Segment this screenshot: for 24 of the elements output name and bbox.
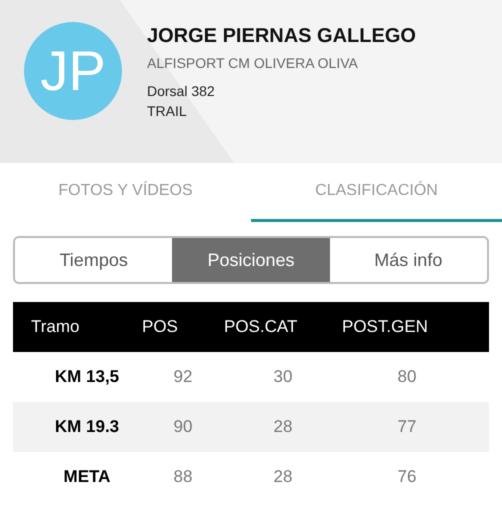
category: TRAIL [147,102,188,121]
table-cell-text: KM 19.3 [54,416,120,438]
table-cell-text: 77 [398,416,416,438]
segment-button[interactable]: Posiciones [172,238,330,282]
table-cell-text: 92 [174,366,192,388]
bib-number: Dorsal 382 [147,82,216,101]
column-header: POST.GEN [342,316,428,338]
table-cell-text: 88 [174,466,192,488]
table-cell-text: KM 13,5 [54,366,120,388]
table-cell-text: 80 [398,366,416,388]
table-cell-text: META [64,466,110,488]
tab[interactable]: FOTOS Y VÍDEOS [0,163,251,222]
table-cell-text: 28 [274,416,292,438]
table-cell-text: 30 [274,366,292,388]
athlete-name: JORGE PIERNAS GALLEGO [147,24,416,49]
column-header: Tramo [31,316,80,338]
tab[interactable]: CLASIFICACIÓN [251,163,502,222]
column-header: POS.CAT [224,316,298,338]
table-cell-text: 28 [274,466,292,488]
avatar: JP [24,22,122,120]
table-cell-text: 76 [398,466,416,488]
club-name: ALFISPORT CM OLIVERA OLIVA [147,54,359,73]
column-header: POS [142,316,178,338]
table-cell-text: 90 [174,416,192,438]
